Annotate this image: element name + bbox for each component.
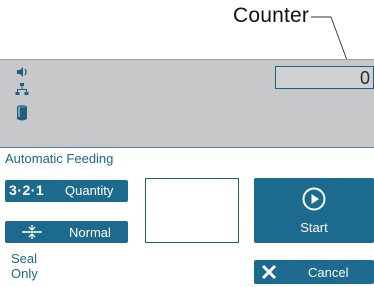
quantity-button[interactable]: 3·2·1 Quantity — [5, 180, 128, 202]
counter-display: 0 — [275, 66, 374, 89]
cancel-button[interactable]: Cancel — [254, 260, 374, 284]
section-title: Automatic Feeding — [5, 151, 114, 166]
start-label: Start — [300, 220, 328, 235]
compress-icon — [22, 225, 42, 239]
close-icon — [261, 264, 277, 280]
play-icon — [302, 187, 326, 211]
divider — [0, 147, 374, 148]
start-button[interactable]: Start — [254, 178, 374, 243]
speaker-icon — [17, 67, 27, 77]
countdown-icon: 3·2·1 — [9, 182, 45, 198]
network-icon — [15, 83, 29, 95]
preview-box — [145, 178, 239, 243]
seal-only-option[interactable]: Seal Only — [11, 251, 51, 281]
counter-value: 0 — [359, 68, 370, 88]
quantity-label: Quantity — [65, 183, 114, 198]
normal-label: Normal — [69, 225, 111, 240]
cup-icon — [17, 105, 27, 121]
normal-mode-button[interactable]: Normal — [5, 221, 128, 243]
cancel-label: Cancel — [308, 265, 349, 280]
